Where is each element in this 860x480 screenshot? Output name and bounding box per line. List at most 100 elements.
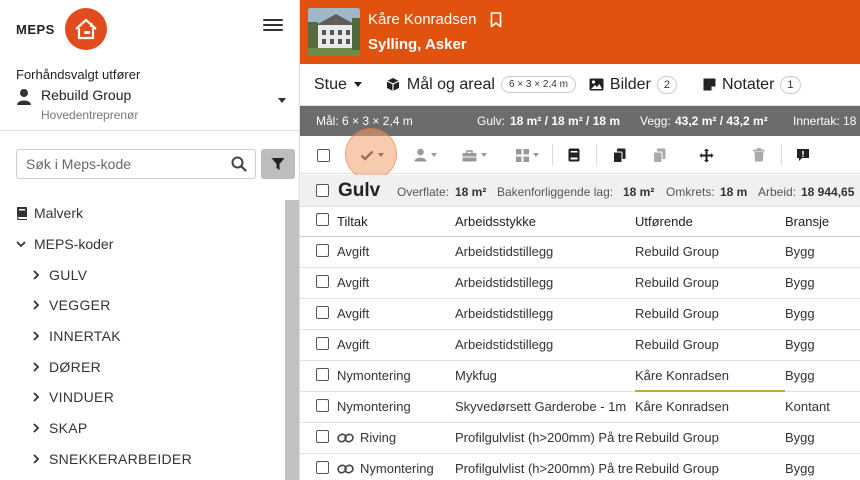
column-header-arbeidsstykke[interactable]: Arbeidsstykke bbox=[455, 207, 635, 237]
search-icon[interactable] bbox=[231, 156, 247, 177]
row-checkbox[interactable] bbox=[316, 460, 329, 474]
table-row[interactable]: Avgift Arbeidstidstillegg Rebuild Group … bbox=[300, 236, 860, 268]
room-select[interactable]: Stue bbox=[314, 64, 362, 106]
row-checkbox[interactable] bbox=[316, 398, 329, 412]
row-checkbox-cell bbox=[300, 236, 335, 268]
cell-tiltak: Riving bbox=[335, 422, 455, 454]
cell-tiltak: Nymontering bbox=[335, 391, 455, 423]
sidebar-scrollbar[interactable] bbox=[285, 200, 299, 480]
divider bbox=[0, 130, 299, 131]
cell-arbeidsstykke: Arbeidstidstillegg bbox=[455, 329, 635, 361]
tab-notes[interactable]: Notater 1 bbox=[703, 64, 801, 106]
tab-measure[interactable]: Mål og areal 6 × 3 × 2,4 m bbox=[386, 64, 576, 106]
tab-images[interactable]: Bilder 2 bbox=[589, 64, 677, 106]
toolbar-divider bbox=[596, 144, 597, 166]
tab-label: Mål og areal bbox=[406, 75, 495, 93]
table-row[interactable]: Nymontering Profilgulvlist (h>200mm) På … bbox=[300, 453, 860, 480]
hamburger-menu-icon[interactable] bbox=[263, 16, 283, 36]
header-checkbox-cell bbox=[300, 207, 335, 237]
template-button[interactable] bbox=[565, 142, 583, 168]
table-row[interactable]: Nymontering Skyvedørsett Garderobe - 1m … bbox=[300, 391, 860, 423]
row-checkbox[interactable] bbox=[316, 429, 329, 443]
chevron-right-icon bbox=[32, 270, 49, 280]
row-checkbox-cell bbox=[300, 453, 335, 480]
move-button[interactable] bbox=[697, 142, 715, 168]
toolbox-icon bbox=[462, 149, 476, 161]
tree-item-skap[interactable]: SKAP bbox=[16, 413, 281, 444]
image-icon bbox=[589, 78, 604, 91]
link-icon[interactable] bbox=[337, 432, 354, 443]
row-checkbox[interactable] bbox=[316, 243, 329, 257]
assign-person-button[interactable] bbox=[408, 142, 442, 168]
delete-button[interactable] bbox=[750, 142, 768, 168]
executor-select[interactable]: Rebuild Group Hovedentreprenør bbox=[16, 86, 288, 126]
notes-count-badge: 1 bbox=[780, 75, 801, 94]
row-checkbox[interactable] bbox=[316, 336, 329, 350]
cell-utforende[interactable]: Kåre Konradsen bbox=[635, 391, 785, 423]
brand-name: MEPS bbox=[16, 21, 55, 37]
tree-item-malverk[interactable]: Malverk bbox=[16, 198, 281, 229]
row-checkbox[interactable] bbox=[316, 274, 329, 288]
link-icon[interactable] bbox=[337, 463, 354, 474]
cell-bransje: Bygg bbox=[785, 422, 860, 454]
chevron-right-icon bbox=[32, 392, 49, 403]
executor-name: Rebuild Group bbox=[41, 87, 132, 103]
cell-tiltak: Avgift bbox=[335, 236, 455, 268]
row-checkbox[interactable] bbox=[316, 367, 329, 381]
category-button[interactable] bbox=[510, 142, 544, 168]
cell-utforende[interactable]: Kåre Konradsen bbox=[635, 360, 785, 392]
tree-item-gulv[interactable]: GULV bbox=[16, 259, 281, 290]
search-input[interactable] bbox=[17, 150, 222, 178]
tree-item-dorer[interactable]: DØRER bbox=[16, 351, 281, 382]
trade-button[interactable] bbox=[457, 142, 491, 168]
search-box bbox=[16, 149, 256, 179]
tree-item-vegger[interactable]: VEGGER bbox=[16, 290, 281, 321]
work-table: Tiltak Arbeidsstykke Utførende Bransje A… bbox=[300, 207, 860, 480]
header-checkbox[interactable] bbox=[316, 213, 329, 227]
cell-utforende[interactable]: Rebuild Group bbox=[635, 267, 785, 299]
project-thumbnail[interactable] bbox=[308, 8, 360, 56]
table-row[interactable]: Riving Profilgulvlist (h>200mm) På tre R… bbox=[300, 422, 860, 454]
table-row[interactable]: Avgift Arbeidstidstillegg Rebuild Group … bbox=[300, 298, 860, 330]
cell-utforende[interactable]: Rebuild Group bbox=[635, 453, 785, 480]
room-tabbar: Stue Mål og areal 6 × 3 × 2,4 m Bilder 2… bbox=[300, 64, 860, 106]
metric-vegg-label: Vegg: bbox=[640, 114, 671, 128]
section-checkbox[interactable] bbox=[316, 184, 329, 197]
person-icon bbox=[414, 148, 426, 162]
table-row[interactable]: Avgift Arbeidstidstillegg Rebuild Group … bbox=[300, 267, 860, 299]
cell-bransje: Bygg bbox=[785, 453, 860, 480]
filter-button[interactable] bbox=[261, 149, 295, 179]
bookmark-icon[interactable] bbox=[490, 12, 502, 33]
select-all-checkbox[interactable] bbox=[314, 142, 332, 168]
metric-mal: Mål: 6 × 3 × 2,4 m bbox=[316, 114, 413, 128]
code-tree: Malverk MEPS-koder GULV VEGGER INNERTAK … bbox=[16, 198, 281, 474]
chevron-right-icon bbox=[32, 300, 49, 311]
checkbox[interactable] bbox=[316, 148, 330, 162]
tree-item-innertak[interactable]: INNERTAK bbox=[16, 321, 281, 352]
column-header-utforende[interactable]: Utførende bbox=[635, 207, 785, 237]
toolbar-divider bbox=[552, 144, 553, 166]
brand[interactable]: MEPS bbox=[16, 8, 107, 50]
chevron-right-icon bbox=[32, 454, 49, 464]
tree-item-meps-koder[interactable]: MEPS-koder bbox=[16, 229, 281, 260]
comment-button[interactable] bbox=[794, 142, 812, 168]
paste-button[interactable] bbox=[650, 142, 668, 168]
cell-utforende[interactable]: Rebuild Group bbox=[635, 422, 785, 454]
column-header-bransje[interactable]: Bransje bbox=[785, 207, 860, 237]
tree-item-vinduer[interactable]: VINDUER bbox=[16, 382, 281, 413]
cell-utforende[interactable]: Rebuild Group bbox=[635, 298, 785, 330]
cube-icon bbox=[386, 77, 400, 92]
cell-utforende[interactable]: Rebuild Group bbox=[635, 329, 785, 361]
book-icon bbox=[16, 206, 34, 221]
cell-tiltak: Nymontering bbox=[335, 360, 455, 392]
bakenforliggende-value: 18 m² bbox=[623, 185, 655, 199]
table-row[interactable]: Avgift Arbeidstidstillegg Rebuild Group … bbox=[300, 329, 860, 361]
table-row[interactable]: Nymontering Mykfug Kåre Konradsen Bygg bbox=[300, 360, 860, 392]
copy-button[interactable] bbox=[610, 142, 628, 168]
omkrets-label: Omkrets: bbox=[666, 185, 715, 199]
tree-item-snekkerarbeider[interactable]: SNEKKERARBEIDER bbox=[16, 444, 281, 475]
cell-utforende[interactable]: Rebuild Group bbox=[635, 236, 785, 268]
cell-arbeidsstykke: Arbeidstidstillegg bbox=[455, 236, 635, 268]
column-header-tiltak[interactable]: Tiltak bbox=[335, 207, 455, 237]
row-checkbox[interactable] bbox=[316, 305, 329, 319]
